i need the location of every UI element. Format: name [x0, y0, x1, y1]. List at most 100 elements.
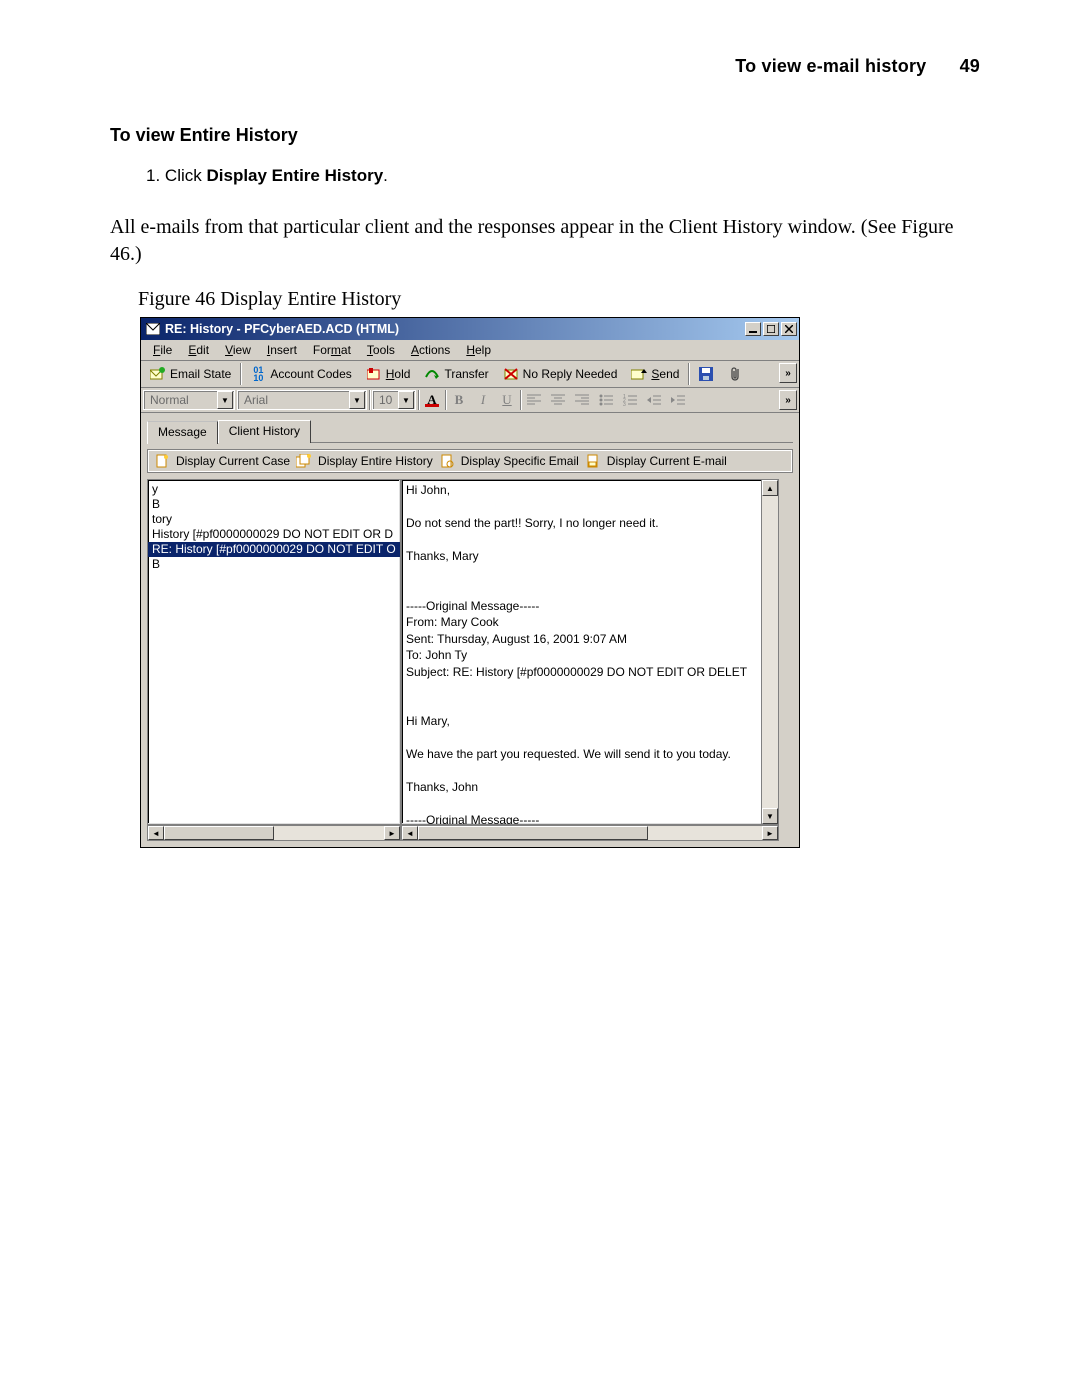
align-left-button[interactable]	[523, 390, 545, 410]
numbering-button[interactable]: 123	[619, 390, 641, 410]
display-specific-email-button[interactable]: Display Specific Email	[461, 454, 579, 468]
menu-actions[interactable]: Actions	[405, 342, 456, 358]
style-value: Normal	[150, 393, 189, 407]
close-button[interactable]	[781, 322, 797, 336]
toolbar-overflow-button[interactable]: »	[779, 363, 797, 383]
message-line: Sent: Thursday, August 16, 2001 9:07 AM	[406, 631, 760, 648]
message-line	[406, 730, 760, 747]
bold-button[interactable]: B	[448, 390, 470, 410]
no-reply-icon	[503, 366, 519, 382]
toolbar-separator	[520, 390, 521, 410]
message-line: -----Original Message-----	[406, 812, 760, 825]
email-state-label: Email State	[170, 367, 231, 381]
menu-help[interactable]: Help	[460, 342, 497, 358]
right-vertical-scrollbar[interactable]: ▲ ▼	[761, 480, 778, 824]
bullets-button[interactable]	[595, 390, 617, 410]
menu-file[interactable]: File	[147, 342, 178, 358]
font-color-button[interactable]: A	[421, 390, 443, 410]
list-item[interactable]: y	[148, 482, 400, 497]
hold-icon	[366, 366, 382, 382]
message-line: Thanks, Mary	[406, 548, 760, 565]
toolbar-separator	[240, 363, 241, 385]
style-combo[interactable]: Normal ▼	[143, 390, 235, 410]
display-current-email-button[interactable]: Display Current E-mail	[607, 454, 727, 468]
message-line	[406, 796, 760, 813]
history-list-pane[interactable]: yBtory History [#pf0000000029 DO NOT EDI…	[147, 479, 401, 825]
menu-format[interactable]: Format	[307, 342, 357, 358]
tab-message[interactable]: Message	[147, 421, 218, 444]
chevron-down-icon: ▼	[217, 391, 233, 409]
send-button[interactable]: Send	[626, 363, 684, 385]
message-line: To: John Ty	[406, 647, 760, 664]
list-item[interactable]: RE: History [#pf0000000029 DO NOT EDIT O	[148, 542, 400, 557]
menu-insert[interactable]: Insert	[261, 342, 303, 358]
hold-label: Hold	[386, 367, 411, 381]
menu-view[interactable]: View	[219, 342, 257, 358]
minimize-button[interactable]	[745, 322, 761, 336]
no-reply-label: No Reply Needed	[523, 367, 618, 381]
align-center-button[interactable]	[547, 390, 569, 410]
display-entire-history-button[interactable]: Display Entire History	[318, 454, 433, 468]
scroll-thumb[interactable]	[164, 826, 274, 840]
step-1: 1. Click Display Entire History.	[146, 166, 980, 186]
account-codes-label: Account Codes	[270, 367, 351, 381]
account-codes-button[interactable]: 0110 Account Codes	[245, 363, 356, 385]
toolbar-overflow-button[interactable]: »	[779, 390, 797, 410]
italic-button[interactable]: I	[472, 390, 494, 410]
transfer-icon	[424, 366, 440, 382]
tab-strip: Message Client History	[141, 413, 799, 443]
font-combo[interactable]: Arial ▼	[237, 390, 367, 410]
menu-edit[interactable]: Edit	[182, 342, 215, 358]
chevron-down-icon: ▼	[398, 391, 414, 409]
email-state-button[interactable]: Email State	[145, 363, 236, 385]
message-line: We have the part you requested. We will …	[406, 746, 760, 763]
indent-button[interactable]	[667, 390, 689, 410]
display-current-case-button[interactable]: Display Current Case	[176, 454, 290, 468]
size-combo[interactable]: 10 ▼	[372, 390, 416, 410]
scroll-left-icon[interactable]: ◄	[402, 826, 418, 840]
toolbar-separator	[688, 363, 689, 385]
app-window: RE: History - PFCyberAED.ACD (HTML) File…	[140, 317, 800, 848]
transfer-button[interactable]: Transfer	[419, 363, 493, 385]
floppy-save-icon	[698, 366, 714, 382]
hold-button[interactable]: Hold	[361, 363, 416, 385]
history-sub-toolbar: Display Current Case Display Entire Hist…	[147, 449, 793, 473]
title-bar[interactable]: RE: History - PFCyberAED.ACD (HTML)	[141, 318, 799, 340]
toolbar-separator	[418, 390, 419, 410]
scroll-right-icon[interactable]: ►	[762, 826, 778, 840]
transfer-label: Transfer	[444, 367, 488, 381]
align-right-button[interactable]	[571, 390, 593, 410]
tab-client-history[interactable]: Client History	[218, 420, 311, 443]
step-action: Display Entire History	[206, 166, 383, 185]
list-item[interactable]: History [#pf0000000029 DO NOT EDIT OR D	[148, 527, 400, 542]
paperclip-icon	[728, 366, 744, 382]
scroll-thumb[interactable]	[418, 826, 648, 840]
scroll-down-icon[interactable]: ▼	[762, 808, 778, 824]
underline-button[interactable]: U	[496, 390, 518, 410]
left-horizontal-scrollbar[interactable]: ◄ ►	[147, 825, 401, 841]
scroll-up-icon[interactable]: ▲	[762, 480, 778, 496]
outdent-button[interactable]	[643, 390, 665, 410]
step-prefix: Click	[165, 166, 207, 185]
no-reply-button[interactable]: No Reply Needed	[498, 363, 623, 385]
message-line	[406, 697, 760, 714]
menu-tools[interactable]: Tools	[361, 342, 401, 358]
svg-text:3: 3	[623, 402, 626, 406]
scroll-right-icon[interactable]: ►	[384, 826, 400, 840]
window-title: RE: History - PFCyberAED.ACD (HTML)	[165, 322, 399, 336]
page-icon	[154, 453, 170, 469]
right-horizontal-scrollbar[interactable]: ◄ ►	[401, 825, 779, 841]
account-codes-icon: 0110	[250, 366, 266, 382]
maximize-button[interactable]	[763, 322, 779, 336]
list-item[interactable]: tory	[148, 512, 400, 527]
message-preview-pane[interactable]: Hi John, Do not send the part!! Sorry, I…	[401, 479, 779, 825]
save-button[interactable]	[693, 363, 719, 385]
message-line	[406, 532, 760, 549]
list-item[interactable]: B	[148, 497, 400, 512]
message-line: Do not send the part!! Sorry, I no longe…	[406, 515, 760, 532]
attach-button[interactable]	[723, 363, 749, 385]
running-head: To view e-mail history 49	[110, 56, 980, 77]
scroll-left-icon[interactable]: ◄	[148, 826, 164, 840]
list-item[interactable]: B	[148, 557, 400, 572]
menu-bar: File Edit View Insert Format Tools Actio…	[141, 340, 799, 361]
